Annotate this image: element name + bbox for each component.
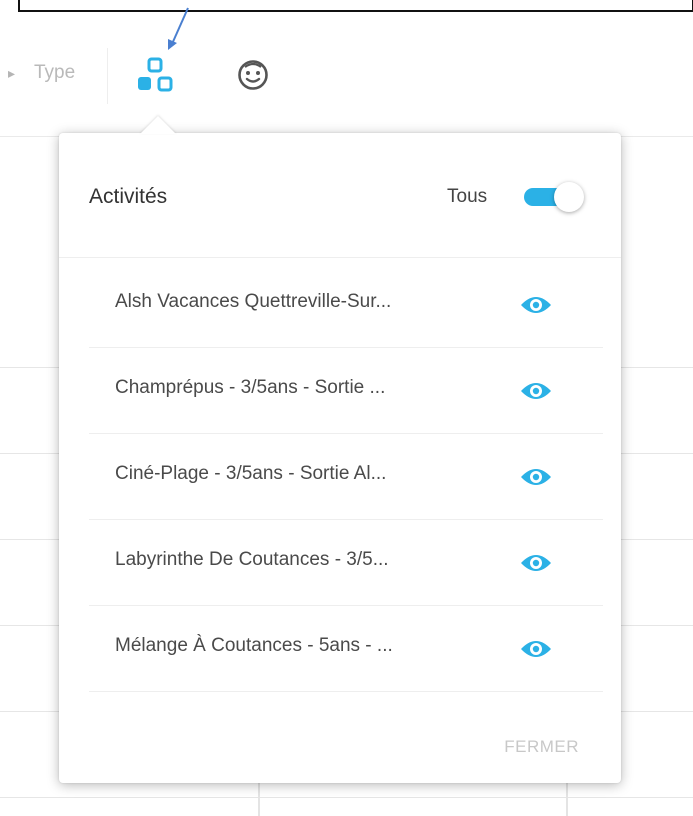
popover-header: Activités Tous	[59, 133, 621, 258]
all-toggle[interactable]	[524, 181, 586, 213]
table-row-divider	[0, 797, 693, 798]
activity-label: Alsh Vacances Quettreville-Sur...	[115, 291, 392, 312]
list-item[interactable]: Alsh Vacances Quettreville-Sur...	[89, 261, 603, 348]
activity-label: Champrépus - 3/5ans - Sortie ...	[115, 377, 386, 398]
chevron-right-icon[interactable]: ▸	[8, 66, 18, 80]
eye-icon[interactable]	[519, 465, 553, 489]
list-item[interactable]: Ciné-Plage - 3/5ans - Sortie Al...	[89, 433, 603, 520]
list-item[interactable]: Labyrinthe De Coutances - 3/5...	[89, 519, 603, 606]
table-col-divider	[566, 780, 568, 816]
list-item[interactable]: Mélange À Coutances - 5ans - ...	[89, 605, 603, 692]
activities-popover: Activités Tous Alsh Vacances Quettrevill…	[59, 133, 621, 783]
all-toggle-label: Tous	[447, 186, 488, 207]
eye-icon[interactable]	[519, 379, 553, 403]
activity-label: Ciné-Plage - 3/5ans - Sortie Al...	[115, 463, 387, 484]
smiley-icon[interactable]	[236, 58, 270, 92]
activity-label: Mélange À Coutances - 5ans - ...	[115, 635, 393, 656]
activity-label: Labyrinthe De Coutances - 3/5...	[115, 549, 389, 570]
list-item[interactable]: Champrépus - 3/5ans - Sortie ...	[89, 347, 603, 434]
eye-icon[interactable]	[519, 637, 553, 661]
popover-title: Activités	[89, 185, 168, 208]
eye-icon[interactable]	[519, 293, 553, 317]
filter-toolbar	[0, 40, 693, 137]
type-filter-label[interactable]: Type	[34, 62, 75, 84]
table-col-divider	[258, 780, 260, 816]
toolbar-divider	[107, 48, 108, 104]
toggle-knob	[554, 182, 584, 212]
close-button[interactable]: FERMER	[504, 737, 579, 757]
screen: ▸ Type Activités Tous Alsh Vacances Quet…	[0, 0, 693, 816]
popover-caret	[140, 116, 176, 134]
eye-icon[interactable]	[519, 551, 553, 575]
annotation-frame	[18, 0, 693, 12]
blocks-icon[interactable]	[136, 57, 176, 93]
